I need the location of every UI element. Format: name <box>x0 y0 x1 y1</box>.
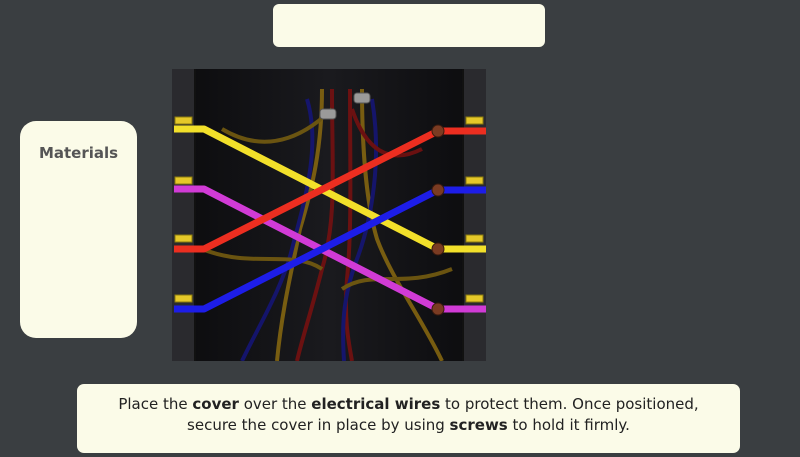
instruction-text-4: to hold it firmly. <box>507 416 630 434</box>
instruction-box: Place the cover over the electrical wire… <box>77 384 740 453</box>
instruction-text-1: Place the <box>118 395 193 413</box>
right-terminal-strip <box>464 69 486 361</box>
electrical-box-svg <box>172 69 486 361</box>
top-banner <box>273 4 545 47</box>
instruction-bold-wires: electrical wires <box>311 395 441 413</box>
instruction-bold-cover: cover <box>192 395 239 413</box>
materials-panel: Materials <box>20 121 137 338</box>
instruction-bold-screws: screws <box>449 416 508 434</box>
instruction-text-2: over the <box>238 395 312 413</box>
materials-title: Materials <box>38 144 119 162</box>
electrical-box-scene <box>172 69 486 361</box>
left-terminal-strip <box>172 69 194 361</box>
